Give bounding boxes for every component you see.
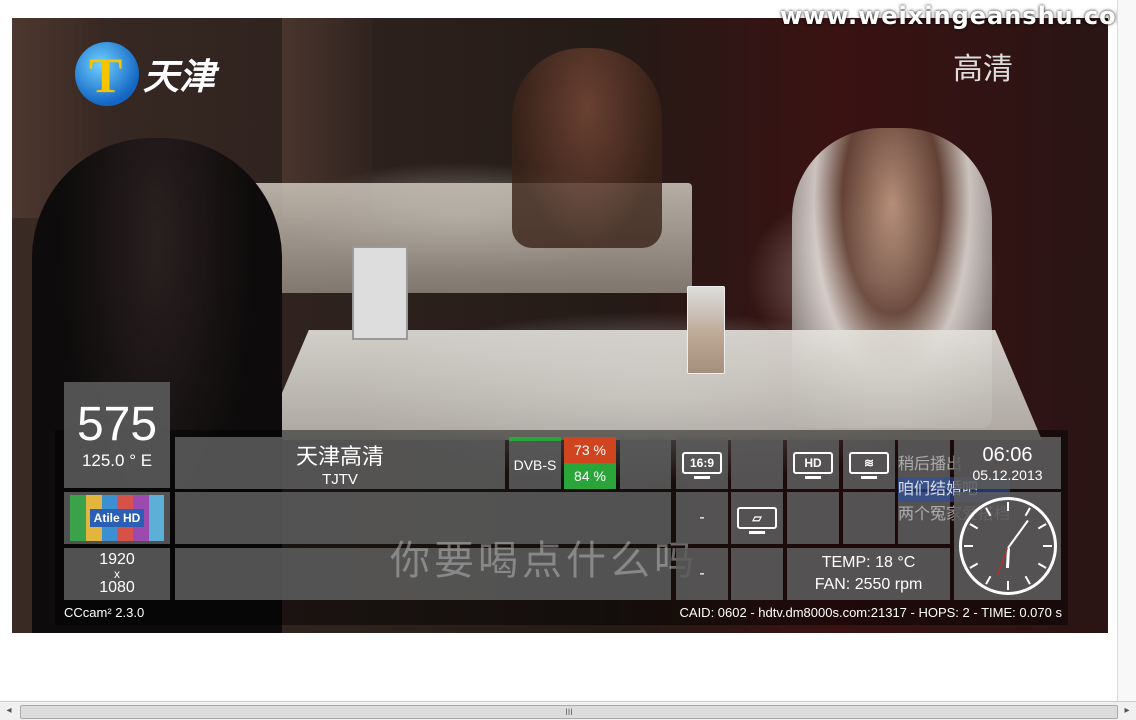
provider-logo-text: Atile HD xyxy=(89,509,145,527)
channel-logo-text: 天津 xyxy=(143,56,216,98)
wifi-tile: ≋ xyxy=(843,437,895,489)
aspect-tv-icon: 16:9 xyxy=(682,452,722,479)
channel-short-name: TJTV xyxy=(322,470,358,488)
channel-logo: 天津 xyxy=(75,42,215,106)
scroll-thumb[interactable]: III xyxy=(20,705,1118,719)
channel-number: 575 xyxy=(76,398,158,451)
clock-tick xyxy=(1024,507,1031,517)
resolution-width: 1920 xyxy=(99,551,135,568)
clock-tile: 06:06 05.12.2013 xyxy=(954,437,1061,489)
tuner-type-tile: DVB-S xyxy=(509,437,561,489)
temperature: TEMP: 18 °C xyxy=(821,554,916,571)
aspect-badge-text: 16:9 xyxy=(689,456,715,470)
analog-clock-icon xyxy=(958,497,1057,595)
clock-tick xyxy=(984,575,991,585)
channel-number-tile: 575 125.0 ° E xyxy=(64,382,170,488)
signal-strength: 73 % xyxy=(564,437,616,463)
clock-tick xyxy=(1037,562,1047,569)
analog-clock-tile xyxy=(954,492,1061,600)
clock-tick xyxy=(1037,523,1047,530)
empty-tile xyxy=(731,437,783,489)
teletext-tile: ▱ xyxy=(731,492,783,544)
teletext-tv-icon: ▱ xyxy=(737,507,777,534)
resolution-height: 1080 xyxy=(99,579,135,596)
clock-tick xyxy=(1006,581,1009,590)
empty-tile xyxy=(787,492,839,544)
fan-speed: FAN: 2550 rpm xyxy=(814,576,923,593)
temp-fan-tile: TEMP: 18 °C FAN: 2550 rpm xyxy=(787,548,950,600)
clock-tick xyxy=(963,545,973,547)
subtitle: 你要喝点什么吗 xyxy=(390,539,698,583)
wifi-tv-icon: ≋ xyxy=(849,452,889,479)
ecm-info: CAID: 0602 - hdtv.dm8000s.com:21317 - HO… xyxy=(679,605,1062,620)
current-time: 06:06 xyxy=(982,443,1033,466)
provider-logo-tile: Atile HD xyxy=(64,492,170,544)
empty-tile xyxy=(731,548,783,600)
watermark: www.weixingeanshu.com xyxy=(780,2,1136,30)
hd-tile: HD xyxy=(787,437,839,489)
channel-name: 天津高清 xyxy=(295,443,384,469)
clock-tick xyxy=(968,523,978,530)
clock-tick xyxy=(968,562,978,569)
hd-tv-icon: HD xyxy=(793,452,833,479)
horizontal-scrollbar[interactable]: ◂ III ▸ xyxy=(0,701,1136,720)
resolution-tile: 1920 x 1080 xyxy=(64,548,170,600)
atile-hd-icon: Atile HD xyxy=(70,495,164,541)
current-date: 05.12.2013 xyxy=(972,466,1043,483)
hd-corner-label: 高清 xyxy=(953,53,1013,86)
vertical-scrollbar[interactable] xyxy=(1117,0,1136,701)
clock-tick xyxy=(984,507,991,517)
clock-tick xyxy=(1042,545,1052,547)
empty-tile xyxy=(843,492,895,544)
tjtv-logo-icon xyxy=(75,42,139,106)
orbital-position: 125.0 ° E xyxy=(81,451,153,470)
clock-tick xyxy=(1006,502,1009,511)
scroll-left-icon[interactable]: ◂ xyxy=(2,704,16,718)
clock-tick xyxy=(1024,575,1031,585)
dash-tile: - xyxy=(676,548,728,600)
signal-quality: 84 % xyxy=(564,463,616,489)
channel-name-tile: 天津高清 TJTV xyxy=(175,437,505,489)
front-table xyxy=(262,330,1042,440)
clock-minute-hand xyxy=(1006,519,1029,549)
softcam-name: CCcam² 2.3.0 xyxy=(64,605,145,620)
empty-tile xyxy=(620,437,671,489)
drink-glass xyxy=(687,286,725,374)
aspect-tile: 16:9 xyxy=(676,437,728,489)
table-card xyxy=(352,246,408,340)
scroll-right-icon[interactable]: ▸ xyxy=(1120,704,1134,718)
hd-badge-text: HD xyxy=(804,456,822,470)
background-man xyxy=(512,48,662,248)
dash-tile: - xyxy=(676,492,728,544)
